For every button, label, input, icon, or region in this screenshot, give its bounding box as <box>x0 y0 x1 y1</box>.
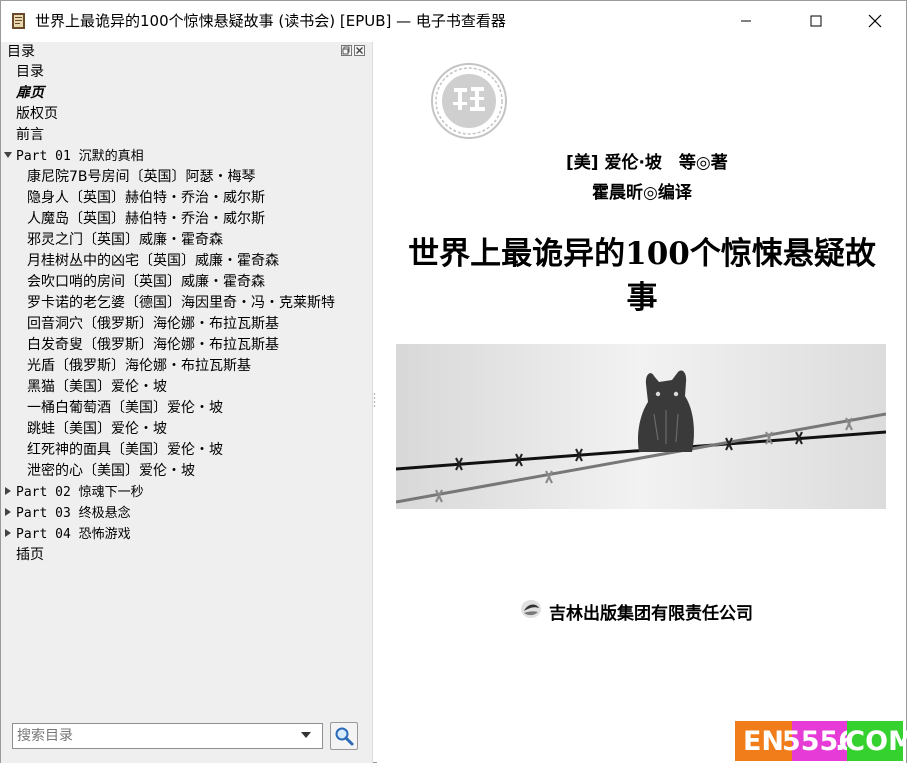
toc-item[interactable]: 人魔岛〔英国〕赫伯特・乔治・威尔斯 <box>27 209 265 230</box>
close-dock-button[interactable] <box>354 45 365 56</box>
dock-controls <box>341 45 365 56</box>
toc-item[interactable]: 版权页 <box>16 104 58 125</box>
toc-sidebar: 目录 目录 扉页 版权页 前言 Part 01 沉默的真相 康尼院7B号房间〔英… <box>1 42 373 763</box>
author-line: [美] 爱伦·坡 等◎著 <box>566 153 728 173</box>
toc-item[interactable]: 目录 <box>16 62 44 83</box>
cover-illustration <box>396 344 886 509</box>
toc-item[interactable]: 一桶白葡萄酒〔美国〕爱伦・坡 <box>27 398 223 419</box>
expand-arrow-icon[interactable] <box>5 487 11 495</box>
toc-dock-title: 目录 <box>7 44 35 60</box>
expand-arrow-icon[interactable] <box>5 508 11 516</box>
toc-item[interactable]: 回音洞穴〔俄罗斯〕海伦娜・布拉瓦斯基 <box>27 314 279 335</box>
toc-item[interactable]: 会吹口哨的房间〔英国〕威廉・霍奇森 <box>27 272 265 293</box>
close-button[interactable] <box>852 1 898 41</box>
toc-item[interactable]: 泄密的心〔美国〕爱伦・坡 <box>27 461 195 482</box>
toc-item-part[interactable]: Part 04 恐怖游戏 <box>16 524 131 545</box>
toc-item[interactable]: 扉页 <box>16 83 44 104</box>
minimize-button[interactable] <box>723 1 769 41</box>
watermark-part-com: .COM <box>835 721 907 761</box>
publisher-seal-icon <box>431 63 507 139</box>
toc-item[interactable]: 月桂树丛中的凶宅〔英国〕威廉・霍奇森 <box>27 251 279 272</box>
toc-item[interactable]: 前言 <box>16 125 44 146</box>
close-icon <box>868 14 882 28</box>
maximize-icon <box>810 15 822 27</box>
book-title: 世界上最诡异的100个惊悚悬疑故事 <box>408 236 876 316</box>
translator-line: 霍晨昕◎编译 <box>592 183 692 203</box>
toc-item[interactable]: 邪灵之门〔英国〕威廉・霍奇森 <box>27 230 223 251</box>
maximize-button[interactable] <box>793 1 839 41</box>
toc-item-part[interactable]: Part 01 沉默的真相 <box>16 146 144 167</box>
site-watermark: EN 5556 .COM <box>735 721 907 761</box>
toc-item[interactable]: 白发奇叟〔俄罗斯〕海伦娜・布拉瓦斯基 <box>27 335 279 356</box>
float-icon <box>342 46 350 55</box>
toc-item[interactable]: 罗卡诺的老乞婆〔德国〕海因里奇・冯・克莱斯特 <box>27 293 335 314</box>
publisher-name: 吉林出版集团有限责任公司 <box>549 604 753 624</box>
float-dock-button[interactable] <box>341 45 352 56</box>
toc-item-part[interactable]: Part 03 终极悬念 <box>16 503 131 524</box>
toc-item[interactable]: 红死神的面具〔美国〕爱伦・坡 <box>27 440 223 461</box>
chevron-down-icon[interactable] <box>301 732 311 738</box>
ebook-app-icon <box>12 13 25 29</box>
minimize-icon <box>741 20 751 22</box>
toc-item[interactable]: 黑猫〔美国〕爱伦・坡 <box>27 377 167 398</box>
toc-item[interactable]: 插页 <box>16 545 44 566</box>
grip-icon <box>373 393 376 407</box>
toc-item[interactable]: 隐身人〔英国〕赫伯特・乔治・威尔斯 <box>27 188 265 209</box>
collapse-arrow-icon[interactable] <box>4 152 12 158</box>
close-icon <box>356 47 363 54</box>
book-page-view[interactable]: [美] 爱伦·坡 等◎著 霍晨昕◎编译 世界上最诡异的100个惊悚悬疑故事 吉林… <box>377 42 906 763</box>
toc-search-box[interactable] <box>12 723 323 749</box>
search-icon <box>335 727 354 746</box>
search-button[interactable] <box>330 722 358 750</box>
toc-item[interactable]: 康尼院7B号房间〔英国〕阿瑟・梅琴 <box>27 167 256 188</box>
ebook-viewer-window: 世界上最诡异的100个惊悚悬疑故事 (读书会) [EPUB] — 电子书查看器 … <box>0 0 907 763</box>
toc-item-part[interactable]: Part 02 惊魂下一秒 <box>16 482 144 503</box>
title-bar[interactable]: 世界上最诡异的100个惊悚悬疑故事 (读书会) [EPUB] — 电子书查看器 <box>1 1 906 41</box>
publisher-logo-icon <box>521 600 541 618</box>
toc-item[interactable]: 跳蛙〔美国〕爱伦・坡 <box>27 419 167 440</box>
expand-arrow-icon[interactable] <box>5 529 11 537</box>
window-title: 世界上最诡异的100个惊悚悬疑故事 (读书会) [EPUB] — 电子书查看器 <box>35 12 506 30</box>
toc-search-input[interactable] <box>13 724 298 748</box>
splitter-handle[interactable] <box>373 391 376 411</box>
toc-item[interactable]: 光盾〔俄罗斯〕海伦娜・布拉瓦斯基 <box>27 356 251 377</box>
